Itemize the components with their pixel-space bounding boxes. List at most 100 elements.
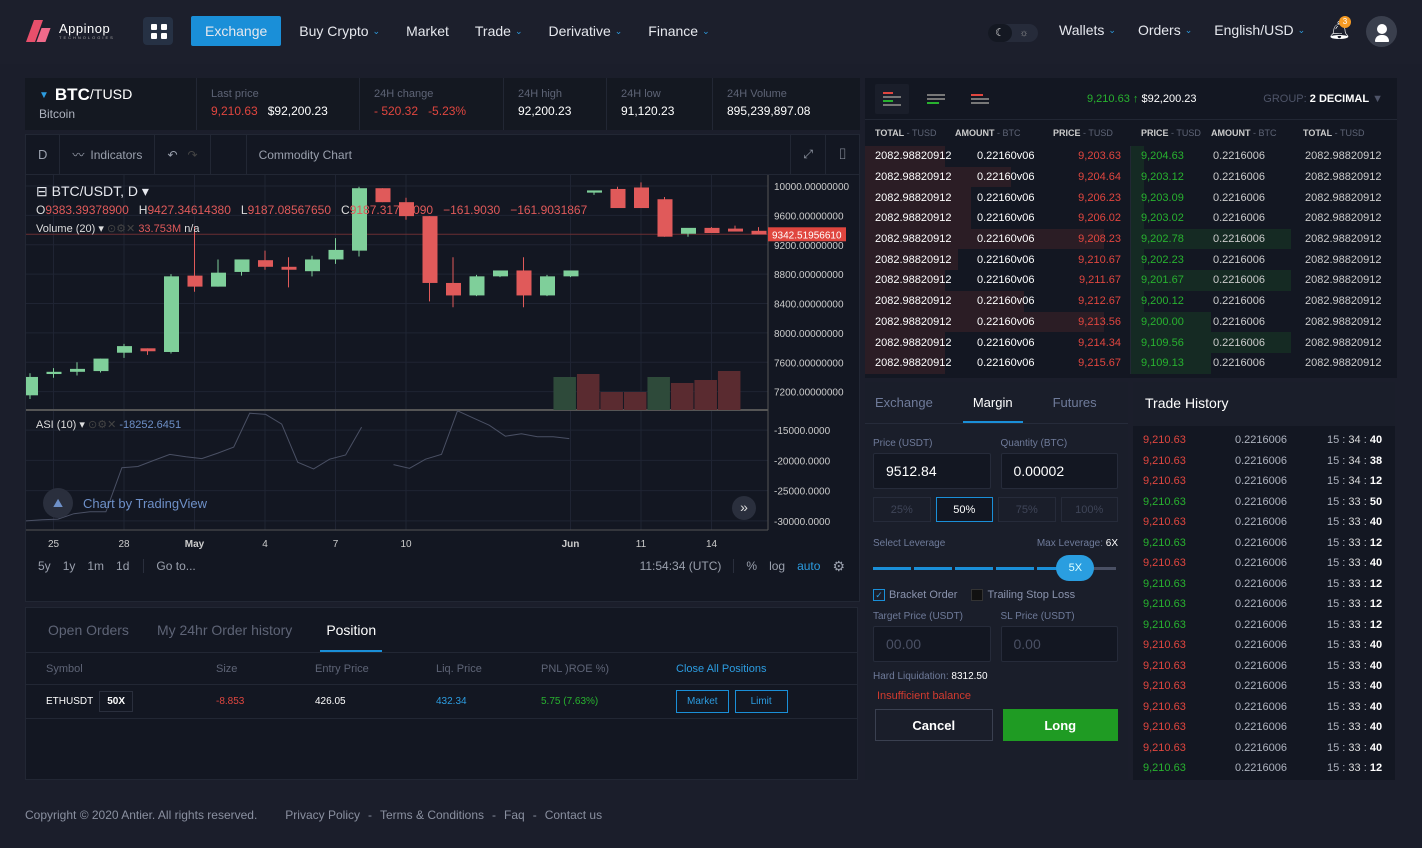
group-select[interactable]: GROUP: 2 DECIMAL ▼ bbox=[1263, 93, 1383, 105]
tab-exchange[interactable]: Exchange bbox=[875, 395, 933, 410]
slider-thumb[interactable]: 5X bbox=[1056, 555, 1095, 581]
bid-row[interactable]: 9,202.78 0.2216006 2082.98820912 bbox=[1131, 228, 1397, 250]
nav-english-usd[interactable]: English/USD ⌄ bbox=[1214, 22, 1305, 38]
bid-row[interactable]: 9,203.09 0.2216006 2082.98820912 bbox=[1131, 187, 1397, 209]
trade-price: 9,210.63 bbox=[1143, 495, 1186, 508]
bid-row[interactable]: 9,109.13 0.2216006 2082.98820912 bbox=[1131, 352, 1397, 374]
percent-button-75[interactable]: 75% bbox=[998, 497, 1056, 522]
scroll-right-button[interactable]: » bbox=[732, 496, 756, 520]
nav-item-exchange[interactable]: Exchange bbox=[191, 16, 282, 46]
cancel-button[interactable]: Cancel bbox=[875, 709, 993, 741]
camera-icon[interactable]: ⌷ bbox=[826, 135, 859, 175]
theme-toggle[interactable]: ☾ ☼ bbox=[988, 24, 1038, 42]
ask-row[interactable]: 2082.98820912 0.22160v06 9,206.02 bbox=[865, 208, 1130, 229]
user-avatar[interactable] bbox=[1366, 16, 1397, 47]
range-1y[interactable]: 1y bbox=[63, 559, 76, 573]
goto-button[interactable]: Go to... bbox=[143, 559, 196, 573]
footer-link-faq[interactable]: Faq bbox=[504, 808, 525, 822]
undo-icon[interactable]: ↶ bbox=[167, 148, 177, 162]
sl-price-input[interactable]: 0.00 bbox=[1000, 626, 1118, 662]
auto-toggle[interactable]: auto bbox=[797, 559, 820, 573]
nav-orders[interactable]: Orders ⌄ bbox=[1138, 22, 1192, 38]
indicators-button[interactable]: 〰 Indicators bbox=[60, 134, 156, 175]
bid-amount: 0.2216006 bbox=[1213, 357, 1265, 370]
bid-row[interactable]: 9,202.23 0.2216006 2082.98820912 bbox=[1131, 249, 1397, 271]
range-1m[interactable]: 1m bbox=[87, 559, 104, 573]
ask-row[interactable]: 2082.98820912 0.22160v06 9,203.63 bbox=[865, 146, 1130, 167]
bid-row[interactable]: 9,203.12 0.2216006 2082.98820912 bbox=[1131, 166, 1397, 188]
apps-grid-button[interactable] bbox=[143, 17, 173, 45]
tradingview-watermark[interactable]: ⛰ Chart by TradingView bbox=[43, 488, 207, 518]
chart-symbol[interactable]: ⊟ BTC/USDT, D ▾ bbox=[36, 183, 149, 200]
orderbook-both-icon[interactable] bbox=[875, 83, 909, 114]
trailing-stop-checkbox[interactable]: Trailing Stop Loss bbox=[971, 589, 1075, 601]
price-input[interactable]: 9512.84 bbox=[873, 453, 991, 489]
bid-price: 9,109.56 bbox=[1141, 336, 1184, 349]
orderbook-bids-icon[interactable] bbox=[919, 84, 953, 114]
ask-row[interactable]: 2082.98820912 0.22160v06 9,215.67 bbox=[865, 352, 1130, 374]
asi-tick-label: -30000.0000 bbox=[774, 517, 831, 528]
nav-item-finance[interactable]: Finance ⌄ bbox=[636, 17, 721, 45]
logo[interactable]: Appinop TECHNOLOGIES bbox=[25, 20, 115, 42]
bid-row[interactable]: 9,203.02 0.2216006 2082.98820912 bbox=[1131, 208, 1397, 229]
change-label: 24H change bbox=[374, 88, 434, 100]
market-close-button[interactable]: Market bbox=[676, 690, 729, 713]
percent-toggle[interactable]: % bbox=[733, 559, 757, 573]
redo-icon[interactable]: ↷ bbox=[188, 148, 198, 162]
candle-body bbox=[328, 249, 344, 260]
tab-margin[interactable]: Margin bbox=[962, 383, 1023, 423]
candle-body bbox=[728, 228, 743, 232]
nav-item-market[interactable]: Market bbox=[394, 17, 461, 45]
ask-row[interactable]: 2082.98820912 0.22160v06 9,208.23 bbox=[865, 228, 1130, 250]
tab-open-orders[interactable]: Open Orders bbox=[48, 622, 129, 638]
bid-row[interactable]: 9,204.63 0.2216006 2082.98820912 bbox=[1131, 146, 1397, 167]
nav-item-buy-crypto[interactable]: Buy Crypto ⌄ bbox=[287, 17, 392, 45]
log-toggle[interactable]: log bbox=[769, 559, 785, 573]
bid-row[interactable]: 9,200.12 0.2216006 2082.98820912 bbox=[1131, 290, 1397, 312]
close-all-positions-link[interactable]: Close All Positions bbox=[676, 663, 767, 675]
bid-row[interactable]: 9,201.67 0.2216006 2082.98820912 bbox=[1131, 270, 1397, 291]
ask-row[interactable]: 2082.98820912 0.22160v06 9,211.67 bbox=[865, 270, 1130, 291]
percent-button-25[interactable]: 25% bbox=[873, 497, 931, 522]
range-5y[interactable]: 5y bbox=[38, 559, 51, 573]
range-1d[interactable]: 1d bbox=[116, 559, 129, 573]
ask-row[interactable]: 2082.98820912 0.22160v06 9,204.64 bbox=[865, 166, 1130, 188]
fullscreen-icon[interactable]: ⤢ bbox=[791, 134, 826, 175]
percent-button-50[interactable]: 50% bbox=[935, 497, 993, 522]
ask-row[interactable]: 2082.98820912 0.22160v06 9,210.67 bbox=[865, 249, 1130, 271]
quantity-input[interactable]: 0.00002 bbox=[1000, 453, 1118, 489]
orderbook-asks-icon[interactable] bbox=[963, 84, 997, 114]
ask-row[interactable]: 2082.98820912 0.22160v06 9,213.56 bbox=[865, 311, 1130, 333]
nav-item-label: Buy Crypto bbox=[299, 23, 369, 39]
leverage-slider[interactable]: 5X bbox=[873, 555, 1118, 581]
ask-row[interactable]: 2082.98820912 0.22160v06 9,206.23 bbox=[865, 187, 1130, 209]
tab-my-24hr-order-history[interactable]: My 24hr Order history bbox=[157, 622, 292, 638]
tab-position[interactable]: Position bbox=[320, 608, 383, 652]
chart-panel: D 〰 Indicators ↶ ↷ Commodity Chart ⤢ ⌷ 100… bbox=[25, 134, 860, 602]
bracket-order-checkbox[interactable]: ✓ Bracket Order bbox=[873, 589, 957, 601]
nav-item-derivative[interactable]: Derivative ⌄ bbox=[536, 17, 634, 45]
footer-link-contact-us[interactable]: Contact us bbox=[545, 808, 602, 822]
trade-price: 9,210.63 bbox=[1143, 762, 1186, 775]
nav-wallets[interactable]: Wallets ⌄ bbox=[1059, 22, 1116, 38]
tab-futures[interactable]: Futures bbox=[1053, 395, 1097, 410]
bid-row[interactable]: 9,200.00 0.2216006 2082.98820912 bbox=[1131, 311, 1397, 333]
ask-row[interactable]: 2082.98820912 0.22160v06 9,214.34 bbox=[865, 332, 1130, 353]
target-price-input[interactable]: 00.00 bbox=[873, 626, 991, 662]
asi-tick-label: -25000.0000 bbox=[774, 487, 831, 498]
leverage-badge[interactable]: 50X bbox=[99, 691, 134, 712]
footer-link-privacy-policy[interactable]: Privacy Policy bbox=[285, 808, 360, 822]
percent-button-100[interactable]: 100% bbox=[1060, 497, 1118, 522]
limit-close-button[interactable]: Limit bbox=[734, 690, 788, 713]
nav-item-trade[interactable]: Trade ⌄ bbox=[463, 17, 535, 45]
settings-icon[interactable]: ⚙ bbox=[832, 558, 845, 575]
ask-row[interactable]: 2082.98820912 0.22160v06 9,212.67 bbox=[865, 290, 1130, 312]
volume-label: 24H Volume bbox=[727, 88, 787, 100]
long-button[interactable]: Long bbox=[1002, 709, 1118, 741]
bid-row[interactable]: 9,109.56 0.2216006 2082.98820912 bbox=[1131, 332, 1397, 353]
bid-total: 2082.98820912 bbox=[1305, 274, 1382, 287]
asi-tick-label: -20000.0000 bbox=[774, 456, 831, 467]
pair-selector[interactable]: ▼ BTC/TUSD Bitcoin bbox=[25, 78, 197, 130]
footer-link-terms-conditions[interactable]: Terms & Conditions bbox=[380, 808, 484, 822]
interval-button[interactable]: D bbox=[26, 134, 61, 175]
